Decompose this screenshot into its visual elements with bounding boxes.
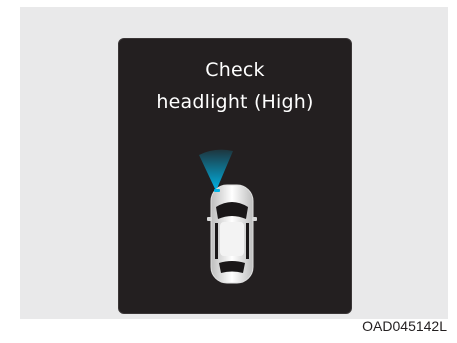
cluster-display: Check headlight (High) [118, 38, 352, 314]
figure-code: OAD045142L [362, 318, 447, 334]
car-headlight-warning-icon [199, 149, 257, 284]
car-body [207, 184, 257, 284]
